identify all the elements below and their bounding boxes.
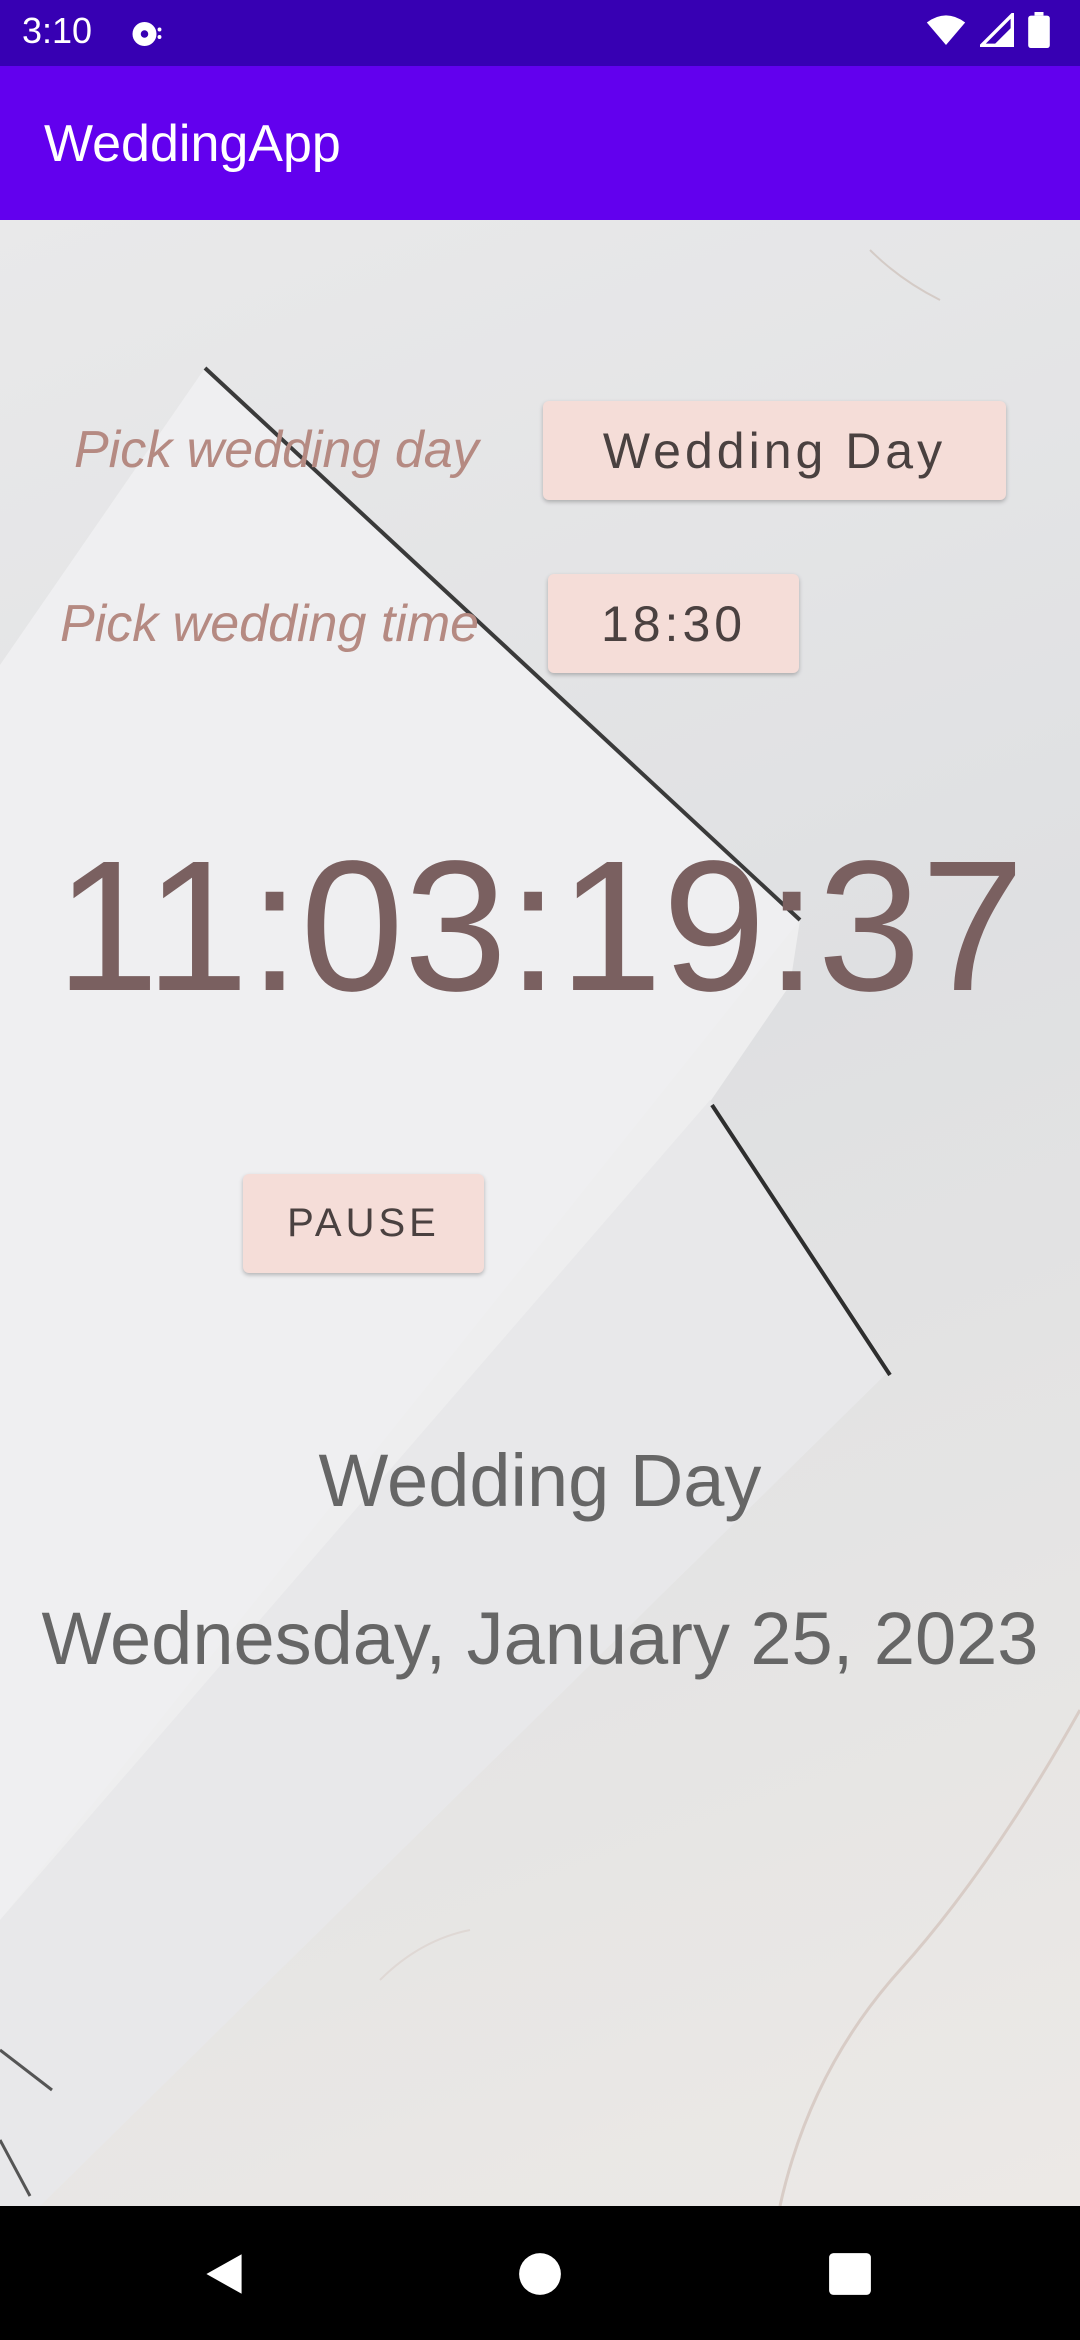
status-time: 3:10 bbox=[22, 10, 93, 51]
home-icon[interactable] bbox=[518, 2252, 562, 2296]
pick-wedding-day-label: Pick wedding day bbox=[74, 421, 479, 479]
pick-wedding-time-label: Pick wedding time bbox=[60, 595, 480, 653]
notification-app-icon bbox=[132, 22, 162, 46]
wedding-time-button[interactable]: 18:30 bbox=[548, 574, 799, 673]
navigation-bar bbox=[0, 2206, 1080, 2340]
countdown-timer: 11:03:19:37 bbox=[55, 823, 1025, 1030]
wedding-date: Wednesday, January 25, 2023 bbox=[41, 1597, 1039, 1680]
status-bar: 3:10 bbox=[0, 0, 1080, 66]
pause-button[interactable]: PAUSE bbox=[243, 1174, 484, 1273]
wedding-day-title: Wedding Day bbox=[318, 1439, 762, 1522]
wedding-day-button[interactable]: Wedding Day bbox=[543, 401, 1006, 500]
app-title: WeddingApp bbox=[44, 115, 341, 173]
app-bar: WeddingApp bbox=[0, 66, 1080, 220]
background-image bbox=[0, 249, 1080, 2206]
cell-signal-icon bbox=[980, 13, 1014, 47]
battery-icon bbox=[1028, 12, 1050, 48]
wifi-icon bbox=[926, 15, 966, 45]
recents-icon[interactable] bbox=[828, 2252, 872, 2296]
back-icon[interactable] bbox=[202, 2252, 246, 2296]
status-icons bbox=[926, 12, 1050, 48]
main-content: Pick wedding day Wedding Day Pick weddin… bbox=[0, 220, 1080, 2206]
